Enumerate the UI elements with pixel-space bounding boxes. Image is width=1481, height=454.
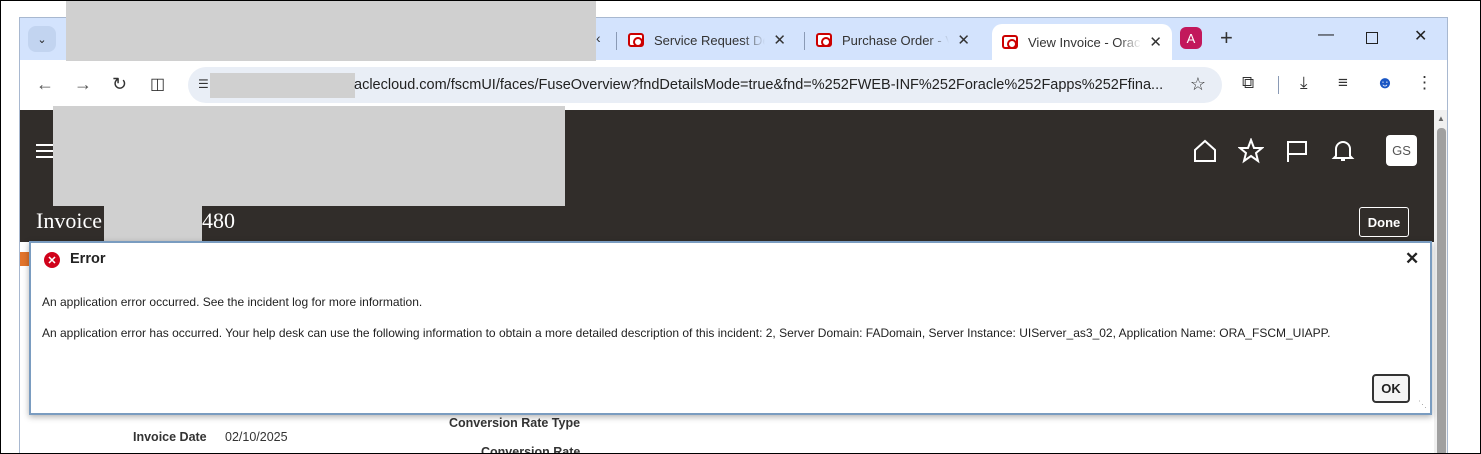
bookmark-star-icon[interactable]: ☆ [1190,74,1206,95]
close-tab-icon[interactable]: ✕ [957,31,970,49]
site-info-icon[interactable]: ☰ [198,77,209,91]
invoice-date-label: Invoice Date [133,430,207,444]
close-window-icon[interactable]: ✕ [1414,26,1427,46]
download-icon[interactable]: ⤓ [1300,73,1308,93]
page-scrollbar[interactable]: ▲ [1434,110,1447,453]
account-icon[interactable]: ☻ [1376,73,1394,93]
toolbar-separator [1278,76,1279,94]
ok-button[interactable]: OK [1372,374,1410,403]
new-tab-icon[interactable]: + [1220,25,1233,51]
tab-title: Purchase Order - View [842,32,949,48]
error-message-detail: An application error has occurred. Your … [42,326,1331,340]
invoice-date-value: 02/10/2025 [225,430,288,444]
error-icon: ✕ [44,252,60,268]
close-tab-icon[interactable]: ✕ [773,31,786,49]
oracle-icon [1002,35,1018,49]
scrollbar-thumb[interactable] [1437,128,1446,453]
page-title: Invoice [36,208,102,233]
redacted-logo [53,106,565,206]
back-icon[interactable]: ← [36,74,54,95]
error-dialog: ✕ Error ✕ An application error occurred.… [29,241,1432,415]
redacted-invoice-number [104,206,202,242]
oracle-icon [816,33,832,47]
split-view-icon[interactable]: ◫ [150,74,165,94]
tab-purchase-order[interactable]: Purchase Order - View ✕ [806,24,980,56]
oracle-icon [628,33,644,47]
extensions-icon[interactable]: ⧉ [1242,73,1254,93]
chevron-left-icon: ‹ [596,30,601,46]
minimize-icon[interactable]: — [1318,26,1334,44]
resize-grip-icon[interactable]: ⋱ [1418,399,1427,410]
app-header: GS Invoice 480 Done [20,106,1434,242]
chevron-down-icon: ⌄ [37,33,47,46]
reload-icon[interactable]: ↻ [112,74,127,95]
screen: ⌄ ‹ Service Request Det ✕ Purchase Order… [0,0,1481,454]
browser-toolbar: ← → ↻ ◫ ☰ aclecloud.com/fscmUI/faces/Fus… [20,60,1447,110]
url-text: aclecloud.com/fscmUI/faces/FuseOverview?… [354,77,1164,93]
tab-title: View Invoice - Oracle [1028,34,1142,50]
notification-bell-icon[interactable] [1330,138,1356,164]
flag-icon[interactable] [1284,138,1310,164]
tab-service-request[interactable]: Service Request Det ✕ [618,24,796,56]
user-avatar[interactable]: GS [1386,135,1417,166]
close-tab-icon[interactable]: ✕ [1149,33,1162,51]
scroll-up-icon[interactable]: ▲ [1437,114,1445,123]
forward-icon[interactable]: → [74,74,92,95]
tab-separator [616,32,617,50]
dialog-title: Error [70,251,106,267]
media-control-icon[interactable]: ≡ [1338,73,1348,93]
conversion-rate-label: Conversion Rate [481,445,581,454]
dialog-close-icon[interactable]: ✕ [1405,249,1419,269]
tab-view-invoice[interactable]: View Invoice - Oracle ✕ [992,24,1172,60]
page-title-suffix: 480 [202,208,235,233]
done-button[interactable]: Done [1359,207,1409,237]
profile-avatar[interactable]: A [1180,27,1202,49]
home-icon[interactable] [1192,138,1218,164]
conversion-rate-type-label: Conversion Rate Type [449,416,581,430]
address-bar[interactable]: ☰ aclecloud.com/fscmUI/faces/FuseOvervie… [188,67,1222,103]
favorites-star-icon[interactable] [1238,138,1264,164]
redacted-region [66,1,596,61]
menu-kebab-icon[interactable]: ⋮ [1416,73,1433,93]
error-message-summary: An application error occurred. See the i… [42,295,423,309]
hamburger-menu-icon[interactable] [36,144,54,158]
tab-search-button[interactable]: ⌄ [28,26,56,52]
tab-separator [804,32,805,50]
maximize-icon[interactable] [1366,32,1378,44]
redacted-url [210,73,355,98]
tab-title: Service Request Det [654,32,766,48]
